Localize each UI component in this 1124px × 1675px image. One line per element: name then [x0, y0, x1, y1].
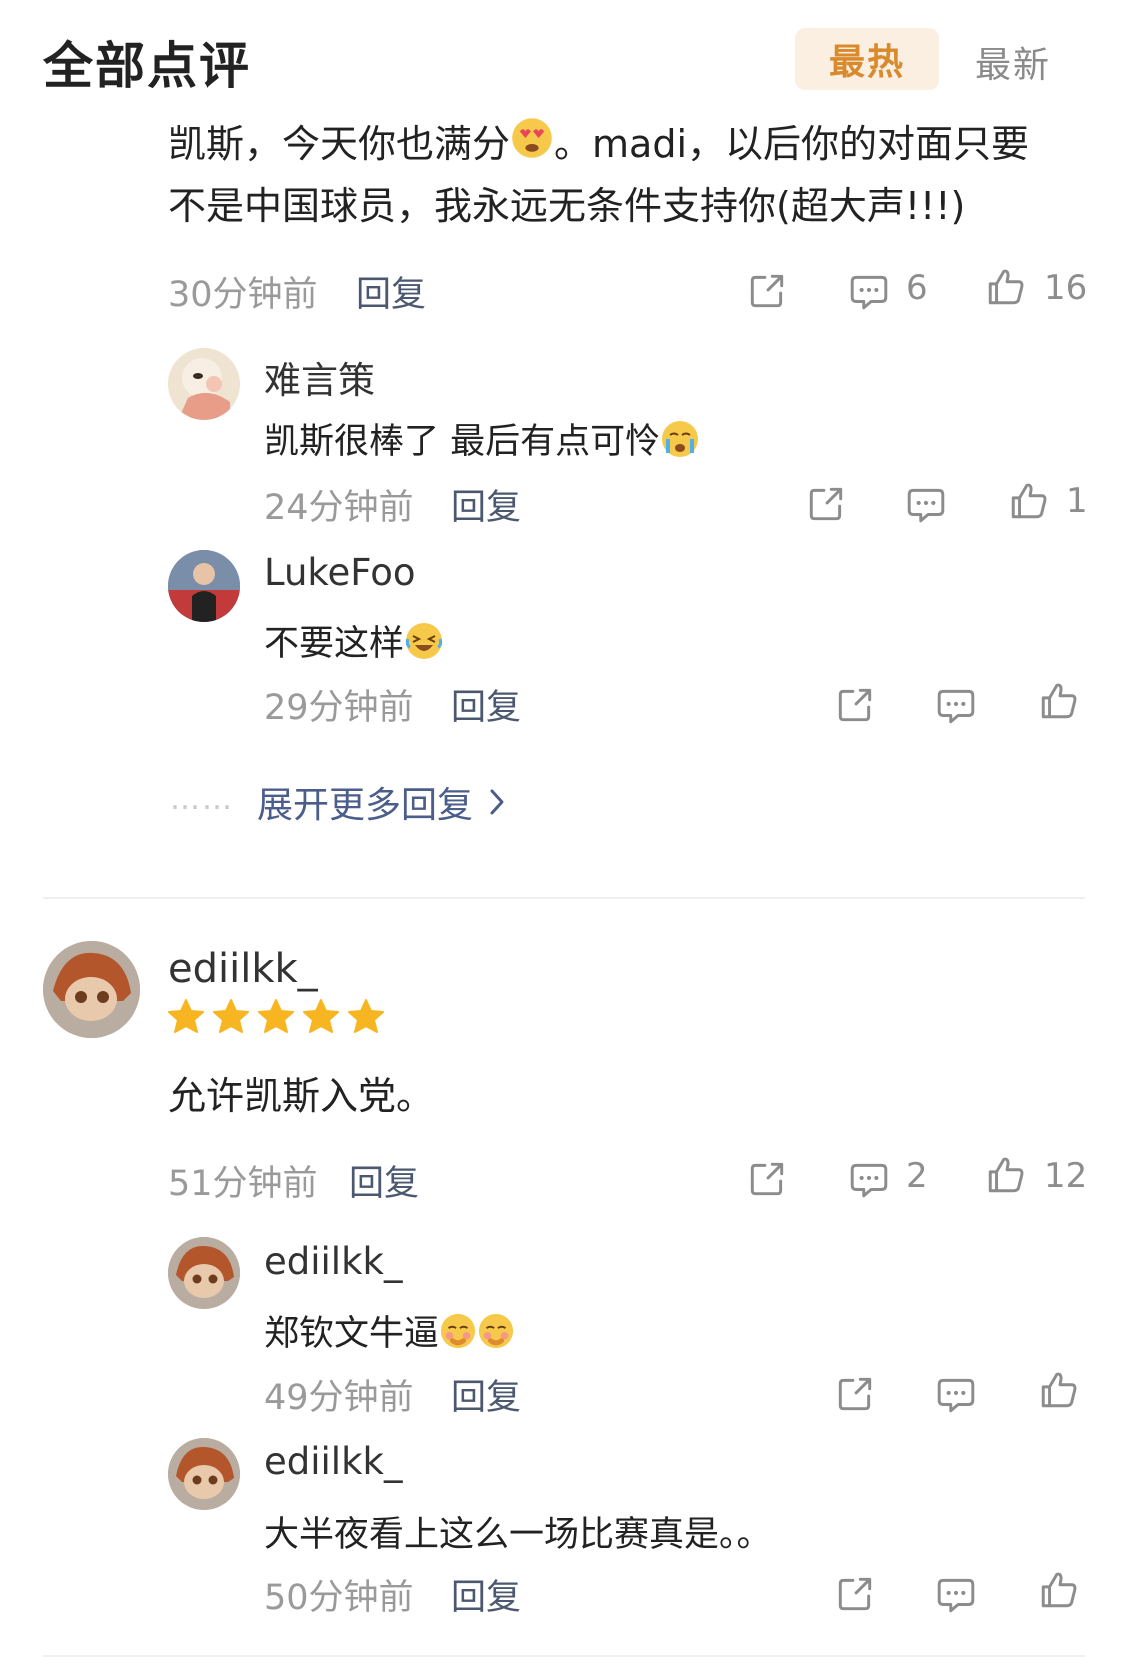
reply-time: 24分钟前	[264, 488, 414, 528]
reply-author-name[interactable]: ediilkk_	[264, 1440, 402, 1483]
expand-dots: ……	[170, 782, 234, 817]
page-title: 全部点评	[43, 37, 251, 95]
comment-time: 30分钟前	[168, 275, 318, 315]
like-count: 16	[1044, 268, 1088, 308]
emoji-heart-eyes	[510, 115, 554, 179]
share-icon[interactable]	[834, 1573, 876, 1615]
comment-divider	[43, 897, 1085, 899]
comment-icon[interactable]	[935, 1573, 977, 1615]
comment-time: 51分钟前	[168, 1164, 318, 1204]
reply-text-content: 不要这样	[264, 624, 405, 664]
avatar[interactable]	[168, 550, 240, 622]
comment-text: 允许凯斯入党。	[168, 1074, 435, 1118]
tab-hot[interactable]: 最热	[795, 28, 939, 90]
expand-more-replies[interactable]: 展开更多回复	[257, 776, 473, 828]
like-count: 1	[1066, 481, 1088, 521]
avatar[interactable]	[43, 941, 140, 1038]
comment-text: 凯斯，今天你也满分 。madi，以后你的对面只要	[168, 112, 1029, 179]
emoji-crying	[660, 419, 700, 468]
like-icon[interactable]	[985, 1154, 1027, 1196]
reply-time: 50分钟前	[264, 1578, 414, 1618]
reply-button[interactable]: 回复	[451, 1569, 521, 1620]
star-icon	[211, 997, 251, 1037]
avatar[interactable]	[168, 348, 240, 420]
emoji-laughing-tears	[404, 621, 444, 670]
reply-time: 49分钟前	[264, 1378, 414, 1418]
comment-icon[interactable]	[935, 1373, 977, 1415]
star-icon	[346, 997, 386, 1037]
avatar[interactable]	[168, 1438, 240, 1510]
comment-icon[interactable]	[935, 684, 977, 726]
avatar[interactable]	[168, 1237, 240, 1309]
share-icon[interactable]	[834, 1373, 876, 1415]
reply-text-content: 郑钦文牛逼	[264, 1314, 440, 1354]
like-icon[interactable]	[1038, 1369, 1080, 1411]
share-icon[interactable]	[746, 1158, 788, 1200]
comment-text-line2: 不是中国球员，我永远无条件支持你(超大声!!!)	[168, 184, 966, 228]
star-icon	[301, 997, 341, 1037]
reply-author-name[interactable]: LukeFoo	[264, 551, 416, 594]
like-icon[interactable]	[1038, 680, 1080, 722]
reply-text: 凯斯很棒了 最后有点可怜	[264, 413, 700, 468]
reply-button[interactable]: 回复	[356, 266, 426, 317]
emoji-blush	[439, 1312, 477, 1359]
comment-icon[interactable]	[848, 270, 890, 312]
comment-count: 6	[906, 268, 928, 308]
comment-divider	[43, 1655, 1085, 1657]
like-count: 12	[1044, 1156, 1088, 1196]
share-icon[interactable]	[834, 684, 876, 726]
chevron-right-icon[interactable]	[487, 788, 507, 816]
reply-button[interactable]: 回复	[349, 1155, 419, 1206]
reply-author-name[interactable]: ediilkk_	[264, 1240, 402, 1283]
comment-count: 2	[906, 1156, 928, 1196]
comment-icon[interactable]	[848, 1158, 890, 1200]
comment-text-line1-a: 凯斯，今天你也满分	[168, 122, 511, 166]
star-icon	[256, 997, 296, 1037]
reply-text: 郑钦文牛逼	[264, 1305, 515, 1359]
like-icon[interactable]	[1008, 480, 1050, 522]
comment-author-name[interactable]: ediilkk_	[168, 946, 318, 992]
reply-button[interactable]: 回复	[451, 679, 521, 730]
tab-new[interactable]: 最新	[975, 36, 1051, 88]
reply-text: 不要这样	[264, 615, 444, 670]
share-icon[interactable]	[746, 270, 788, 312]
like-icon[interactable]	[1038, 1569, 1080, 1611]
reply-button[interactable]: 回复	[451, 479, 521, 530]
star-icon	[166, 997, 206, 1037]
comment-text-line1-b: 。madi，以后你的对面只要	[554, 122, 1029, 166]
like-icon[interactable]	[985, 266, 1027, 308]
rating-stars	[166, 997, 396, 1037]
reply-text: 大半夜看上这么一场比赛真是。。	[264, 1515, 772, 1555]
comment-icon[interactable]	[905, 483, 947, 525]
emoji-blush	[477, 1312, 515, 1359]
reply-time: 29分钟前	[264, 688, 414, 728]
reply-button[interactable]: 回复	[451, 1369, 521, 1420]
reply-author-name[interactable]: 难言策	[264, 350, 375, 404]
reply-text-content: 凯斯很棒了 最后有点可怜	[264, 422, 661, 462]
share-icon[interactable]	[805, 483, 847, 525]
